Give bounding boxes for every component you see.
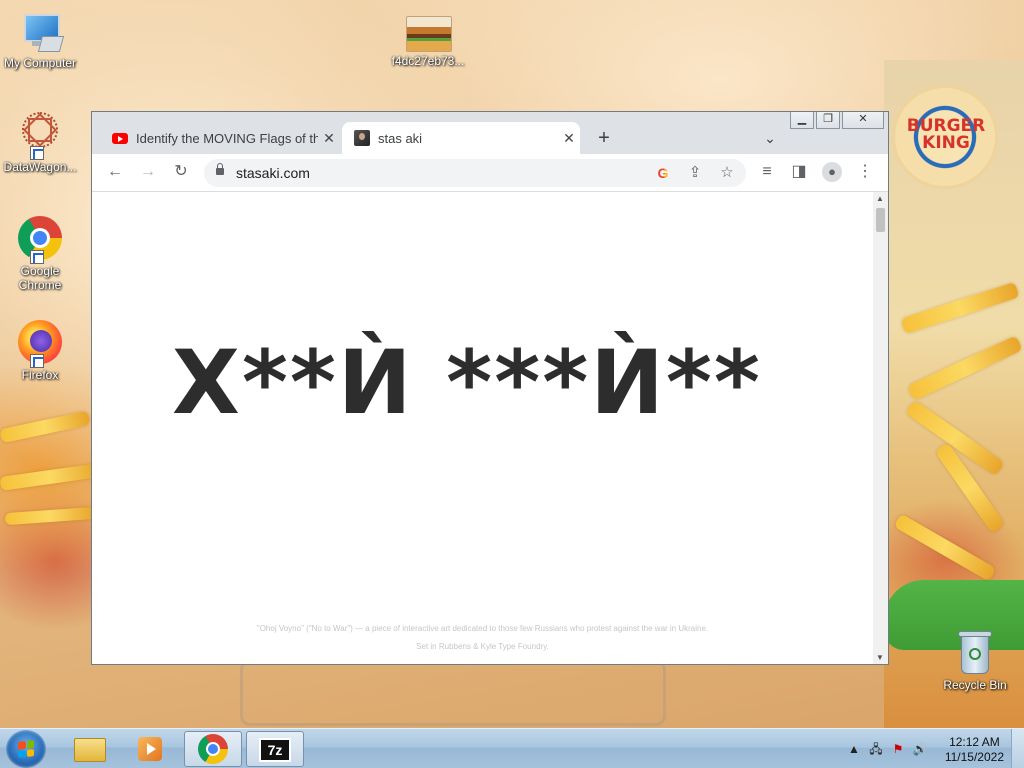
- browser-toolbar: ← → ↻ stasaki.com G ⇪ ☆ ≡ ◨ ● ⋮: [92, 154, 888, 192]
- page-headline: Х**Ѝ ***Ѝ**: [172, 331, 762, 434]
- desktop-icon-image-file[interactable]: f4dc27eb73...: [388, 14, 468, 68]
- wallpaper-fry: [0, 410, 91, 444]
- tab-search-chevron-icon[interactable]: ⌄: [760, 126, 780, 150]
- desktop-icon-my-computer[interactable]: My Computer: [0, 10, 80, 70]
- lock-icon: [216, 163, 224, 175]
- site-favicon-icon: [354, 130, 370, 146]
- taskbar-media-player[interactable]: [122, 731, 180, 767]
- desktop-icon-label: Firefox: [21, 368, 59, 382]
- system-tray: ▲ 🖧 ⚑ 🔊 12:12 AM 11/15/2022: [844, 729, 1024, 768]
- taskbar: 7z ▲ 🖧 ⚑ 🔊 12:12 AM 11/15/2022: [0, 728, 1024, 768]
- taskbar-7zip[interactable]: 7z: [246, 731, 304, 767]
- taskbar-chrome[interactable]: [184, 731, 242, 767]
- youtube-icon: [112, 132, 128, 144]
- media-player-icon: [138, 737, 162, 761]
- back-arrow-icon[interactable]: ←: [102, 159, 128, 185]
- windows-logo-icon: [18, 740, 34, 758]
- image-file-icon: [404, 14, 452, 52]
- scroll-thumb[interactable]: [876, 208, 885, 232]
- media-controls-icon[interactable]: ≡: [754, 159, 780, 185]
- bookmark-star-icon[interactable]: ☆: [714, 160, 740, 186]
- wallpaper-fry: [4, 506, 96, 526]
- desktop-icon-google-chrome[interactable]: Google Chrome: [0, 214, 80, 292]
- desktop-icon-label: Google Chrome: [18, 264, 62, 292]
- desktop-icon-datawagon[interactable]: DataWagon...: [0, 110, 80, 174]
- clock[interactable]: 12:12 AM 11/15/2022: [945, 735, 1004, 765]
- shortcut-arrow-icon: [30, 250, 44, 264]
- reload-icon[interactable]: ↻: [168, 159, 194, 185]
- scroll-down-arrow-icon[interactable]: ▼: [876, 653, 884, 662]
- show-hidden-icons-icon[interactable]: ▲: [846, 741, 862, 757]
- url-text: stasaki.com: [236, 165, 310, 181]
- more-menu-icon[interactable]: ⋮: [852, 159, 878, 185]
- folder-icon: [74, 738, 106, 762]
- volume-icon[interactable]: 🔊: [912, 741, 928, 757]
- desktop: BURGER KING My Computer f4dc27eb73... Da…: [0, 0, 1024, 728]
- clock-date: 11/15/2022: [944, 750, 1004, 764]
- tab-title: Identify the MOVING Flags of the: [136, 130, 318, 146]
- recycle-bin-icon: [955, 628, 995, 676]
- share-icon[interactable]: ⇪: [682, 160, 708, 186]
- mandala-icon: [16, 110, 64, 160]
- desktop-icon-label: My Computer: [3, 56, 77, 70]
- 7zip-icon: 7z: [259, 738, 291, 762]
- chrome-icon: [198, 734, 228, 764]
- maximize-button[interactable]: ❐: [816, 112, 840, 129]
- tab-youtube[interactable]: Identify the MOVING Flags of the ✕: [100, 122, 340, 154]
- tab-strip: Identify the MOVING Flags of the ✕ stas …: [92, 112, 888, 154]
- page-footer-credit: Set in Rubbens & Kyle Type Foundry.: [416, 642, 549, 651]
- tab-title: stas aki: [378, 130, 423, 146]
- page-footer-caption: "Ohoj Voyno" ("No to War") — a piece of …: [256, 624, 709, 633]
- vertical-scrollbar[interactable]: ▲ ▼: [873, 192, 888, 664]
- shortcut-arrow-icon: [30, 354, 44, 368]
- profile-avatar-icon[interactable]: ●: [819, 159, 845, 185]
- firefox-icon: [16, 318, 64, 368]
- desktop-icon-label: Recycle Bin: [943, 678, 1007, 692]
- start-button[interactable]: [6, 730, 46, 768]
- desktop-icon-label: f4dc27eb73...: [391, 54, 465, 68]
- chrome-icon: [16, 214, 64, 264]
- side-panel-icon[interactable]: ◨: [786, 159, 812, 185]
- wallpaper-tray: [240, 660, 666, 726]
- desktop-icon-recycle-bin[interactable]: Recycle Bin: [935, 628, 1015, 692]
- desktop-icon-label: DataWagon...: [3, 160, 77, 174]
- clock-time: 12:12 AM: [949, 735, 1000, 749]
- address-bar[interactable]: stasaki.com G ⇪ ☆: [204, 159, 746, 187]
- network-icon[interactable]: 🖧: [868, 741, 884, 757]
- computer-icon: [18, 10, 65, 54]
- close-tab-icon[interactable]: ✕: [558, 130, 580, 147]
- taskbar-explorer[interactable]: [60, 731, 118, 767]
- scroll-up-arrow-icon[interactable]: ▲: [876, 194, 884, 203]
- minimize-button[interactable]: ▁: [790, 112, 814, 129]
- wallpaper-fry: [0, 463, 101, 491]
- forward-arrow-icon[interactable]: →: [135, 159, 161, 185]
- new-tab-button[interactable]: +: [592, 126, 616, 150]
- shortcut-arrow-icon: [30, 146, 44, 160]
- close-tab-icon[interactable]: ✕: [318, 130, 340, 147]
- window-controls: ▁ ❐ ✕: [790, 112, 884, 130]
- tab-stas-aki[interactable]: stas aki ✕: [342, 122, 580, 154]
- google-lens-icon[interactable]: G: [650, 160, 676, 186]
- chrome-window[interactable]: Identify the MOVING Flags of the ✕ stas …: [91, 111, 889, 665]
- action-center-icon[interactable]: ⚑: [890, 741, 906, 757]
- desktop-icon-firefox[interactable]: Firefox: [0, 318, 80, 382]
- close-window-button[interactable]: ✕: [842, 112, 884, 129]
- show-desktop-button[interactable]: [1011, 729, 1024, 768]
- burger-king-logo-text: BURGER KING: [906, 116, 986, 153]
- page-content: Х**Ѝ ***Ѝ** "Ohoj Voyno" ("No to War") —…: [92, 192, 873, 664]
